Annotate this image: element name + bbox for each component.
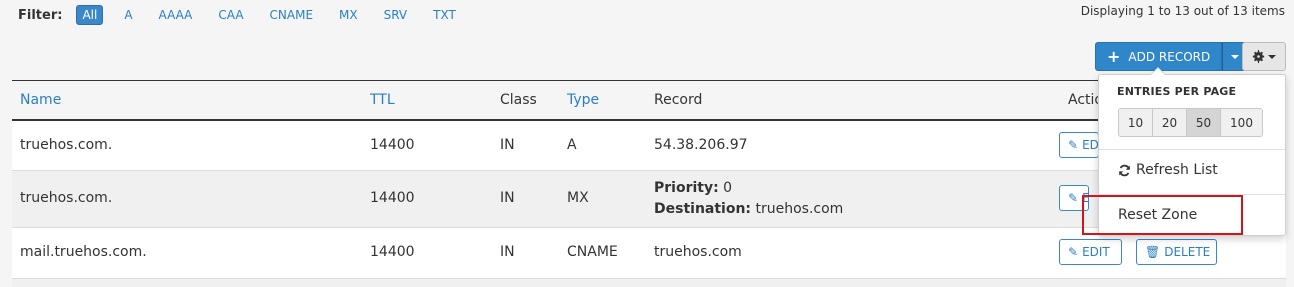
dns-records-table: Name TTL Class Type Record Actio truehos… xyxy=(12,80,1286,287)
plus-icon: + xyxy=(1107,46,1121,66)
refresh-icon xyxy=(1119,164,1130,176)
filter-a[interactable]: A xyxy=(119,6,137,24)
page-size-50[interactable]: 50 xyxy=(1187,109,1221,136)
column-record-header: Record xyxy=(654,92,703,108)
destination-label: Destination: xyxy=(654,201,752,217)
trash-icon: 🗑 xyxy=(1145,245,1161,259)
displaying-count: Displaying 1 to 13 out of 13 items xyxy=(1080,4,1285,18)
record-type: A xyxy=(567,137,577,153)
add-record-label: ADD RECORD xyxy=(1128,49,1211,64)
chevron-down-icon xyxy=(1268,54,1276,59)
table-row: mail.truehos.com. 14400 IN CNAME truehos… xyxy=(12,228,1286,279)
record-type: MX xyxy=(567,190,589,206)
delete-label: DELETE xyxy=(1164,245,1211,259)
pencil-icon: ✎ xyxy=(1068,138,1079,152)
filter-aaaa[interactable]: AAAA xyxy=(154,6,198,24)
edit-button[interactable]: ✎ ED xyxy=(1059,132,1099,158)
page-size-10[interactable]: 10 xyxy=(1119,109,1153,136)
delete-button[interactable]: 🗑 DELETE xyxy=(1136,239,1217,265)
filter-srv[interactable]: SRV xyxy=(379,6,413,24)
reset-zone-highlight xyxy=(1082,195,1243,235)
settings-button[interactable] xyxy=(1242,42,1286,71)
entries-per-page-title: ENTRIES PER PAGE xyxy=(1117,85,1237,98)
record-class: IN xyxy=(500,244,515,260)
filter-txt[interactable]: TXT xyxy=(428,6,461,24)
pencil-icon: ✎ xyxy=(1068,191,1079,205)
edit-button[interactable]: ✎ EDIT xyxy=(1059,239,1122,265)
chevron-down-icon xyxy=(1231,54,1240,59)
filter-bar: Filter: All A AAAA CAA CNAME MX SRV TXT xyxy=(18,4,477,26)
table-row: truehos.com. 14400 IN A 54.38.206.97 ✎ E… xyxy=(12,121,1286,171)
record-ttl: 14400 xyxy=(370,190,415,206)
priority-value: 0 xyxy=(718,180,733,196)
refresh-list-label: Refresh List xyxy=(1136,162,1218,178)
page-size-20[interactable]: 20 xyxy=(1153,109,1187,136)
edit-label: EDIT xyxy=(1082,245,1110,259)
edit-label: ED xyxy=(1082,138,1099,152)
record-ttl: 14400 xyxy=(370,244,415,260)
refresh-list-item[interactable]: Refresh List xyxy=(1118,162,1218,178)
record-type: CNAME xyxy=(567,244,618,260)
record-value: 54.38.206.97 xyxy=(654,137,748,153)
column-class-header: Class xyxy=(500,92,537,108)
record-class: IN xyxy=(500,190,515,206)
column-ttl-header[interactable]: TTL xyxy=(370,92,395,108)
record-ttl: 14400 xyxy=(370,137,415,153)
divider xyxy=(1099,149,1285,150)
page-size-selector: 10 20 50 100 xyxy=(1118,108,1263,137)
record-class: IN xyxy=(500,137,515,153)
pencil-icon: ✎ xyxy=(1068,245,1079,259)
record-destination: Destination: truehos.com xyxy=(654,201,843,217)
filter-all[interactable]: All xyxy=(76,5,104,25)
table-header: Name TTL Class Type Record Actio xyxy=(12,80,1286,121)
filter-mx[interactable]: MX xyxy=(334,6,363,24)
filter-caa[interactable]: CAA xyxy=(213,6,248,24)
record-value: truehos.com xyxy=(654,244,742,260)
filter-label: Filter: xyxy=(18,7,63,23)
record-name: truehos.com. xyxy=(20,137,113,153)
record-name: truehos.com. xyxy=(20,190,113,206)
filter-cname[interactable]: CNAME xyxy=(265,6,319,24)
column-name-header[interactable]: Name xyxy=(20,92,61,108)
gear-icon xyxy=(1252,50,1265,63)
add-record-group: + ADD RECORD xyxy=(1095,42,1249,71)
destination-value: truehos.com xyxy=(751,201,844,217)
page-size-100[interactable]: 100 xyxy=(1221,109,1262,136)
priority-label: Priority: xyxy=(654,180,719,196)
record-name: mail.truehos.com. xyxy=(20,244,147,260)
dropdown-arrow-fill xyxy=(1151,68,1165,75)
record-priority: Priority: 0 xyxy=(654,180,732,196)
column-type-header[interactable]: Type xyxy=(567,92,599,108)
